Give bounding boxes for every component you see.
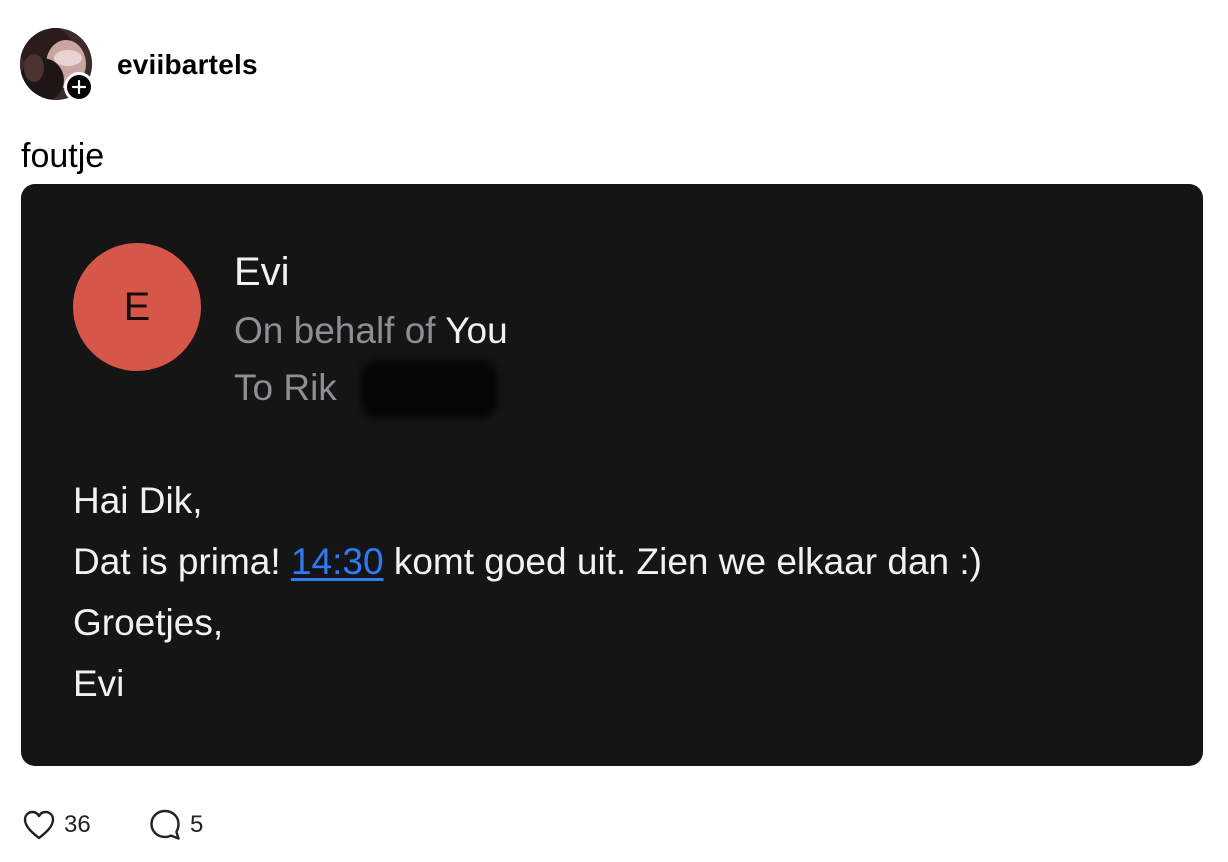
post-caption: foutje: [21, 137, 105, 175]
post-header: eviibartels: [20, 28, 620, 102]
comment-button[interactable]: 5: [148, 808, 203, 842]
email-greeting: Hai Dik,: [73, 480, 203, 521]
email-screenshot[interactable]: E Evi On behalf of You To Rik Hai Dik, D…: [21, 184, 1203, 766]
recipient-line: To Rik: [234, 367, 337, 408]
on-behalf-name: You: [445, 310, 508, 351]
post-actions: 36 5: [22, 808, 422, 842]
username[interactable]: eviibartels: [117, 48, 258, 82]
plus-icon: [71, 79, 87, 95]
email-signature: Evi: [73, 663, 125, 704]
email-body-text-after: komt goed uit. Zien we elkaar dan :): [393, 541, 983, 582]
like-count: 36: [64, 811, 91, 838]
email-closing: Groetjes,: [73, 602, 224, 643]
like-button[interactable]: 36: [22, 808, 91, 842]
sender-avatar: E: [73, 243, 201, 371]
heart-icon: [23, 810, 55, 840]
time-link[interactable]: 14:30: [291, 541, 384, 582]
follow-button[interactable]: [64, 72, 94, 102]
email-body-line: Dat is prima! 14:30 komt goed uit. Zien …: [73, 531, 982, 592]
profile-avatar[interactable]: [20, 28, 94, 102]
on-behalf-line: On behalf of You: [234, 308, 508, 354]
redaction-blur: [361, 360, 497, 418]
comment-count: 5: [190, 811, 204, 838]
email-body-text-before: Dat is prima!: [73, 541, 281, 582]
comment-bubble-icon: [150, 809, 180, 840]
on-behalf-prefix: On behalf of: [234, 310, 436, 351]
sender-name: Evi: [234, 250, 290, 294]
email-body: Hai Dik, Dat is prima! 14:30 komt goed u…: [73, 470, 982, 714]
